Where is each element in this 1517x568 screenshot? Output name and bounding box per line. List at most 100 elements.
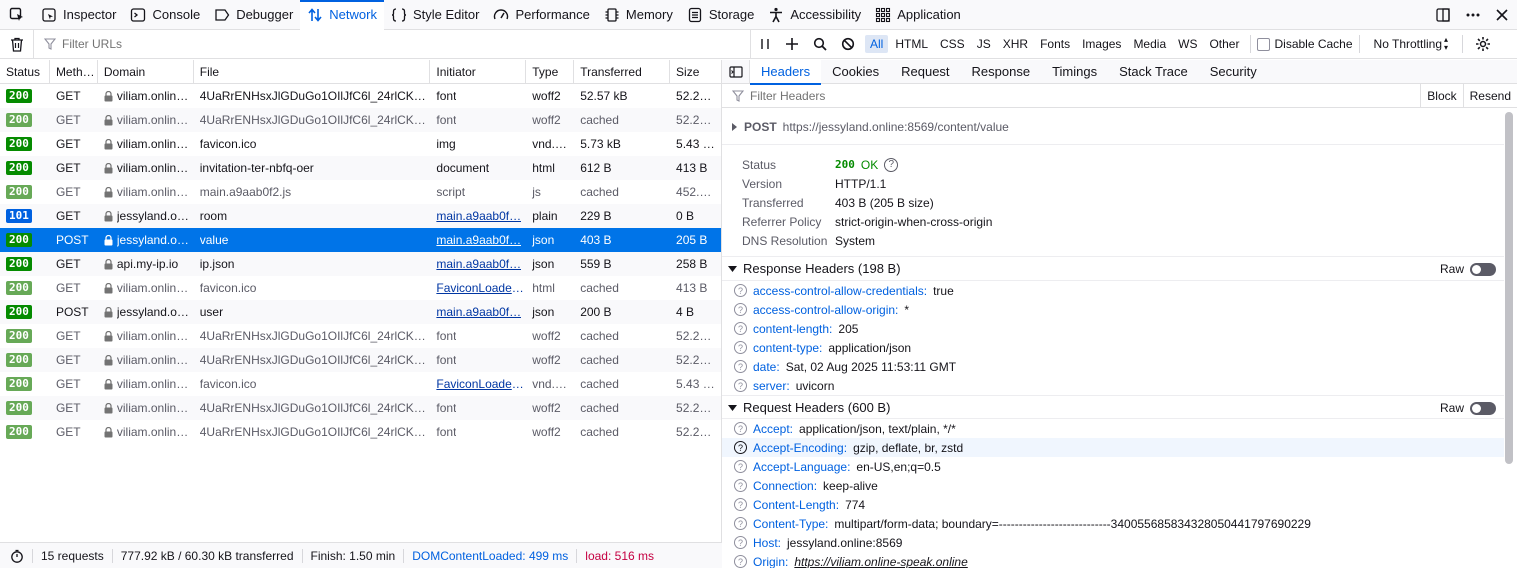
table-row[interactable]: 200 POST jessyland.o… user main.a9aab0f… json… — [0, 300, 721, 324]
type-filter-fonts[interactable]: Fonts — [1035, 35, 1075, 53]
header-row[interactable]: ? Content-Length: 774 — [722, 495, 1504, 514]
header-row[interactable]: ? access-control-allow-credentials: true — [722, 281, 1504, 300]
tab-storage[interactable]: Storage — [680, 0, 762, 30]
details-tab-timings[interactable]: Timings — [1041, 60, 1108, 84]
type-filter-css[interactable]: CSS — [935, 35, 970, 53]
header-row[interactable]: ? Connection: keep-alive — [722, 476, 1504, 495]
tab-console[interactable]: Console — [123, 0, 207, 30]
initiator-link[interactable]: main.a9aab0f… — [436, 233, 521, 247]
table-row[interactable]: 200 GET viliam.onlin… 4UaRrENHsxJlGDuGo1OIl… — [0, 84, 721, 108]
initiator-cell[interactable]: main.a9aab0f… — [430, 252, 526, 276]
header-row[interactable]: ? Accept-Language: en-US,en;q=0.5 — [722, 457, 1504, 476]
help-icon[interactable]: ? — [734, 441, 747, 454]
checkbox-box[interactable] — [1257, 37, 1271, 51]
table-row[interactable]: 200 POST jessyland.o… value main.a9aab0f… jso… — [0, 228, 721, 252]
type-filter-ws[interactable]: WS — [1173, 35, 1202, 53]
header-row[interactable]: ? Host: jessyland.online:8569 — [722, 533, 1504, 552]
initiator-link[interactable]: main.a9aab0f… — [436, 257, 521, 271]
raw-request-toggle[interactable] — [1470, 401, 1496, 415]
help-icon[interactable]: ? — [734, 517, 747, 530]
initiator-link[interactable]: main.a9aab0f… — [436, 209, 521, 223]
initiator-cell[interactable]: FaviconLoader… — [430, 372, 526, 396]
request-url-line[interactable]: POST https://jessyland.online:8569/conte… — [722, 109, 1504, 145]
block-icon[interactable] — [841, 37, 855, 51]
details-tab-cookies[interactable]: Cookies — [821, 60, 890, 84]
details-tab-headers[interactable]: Headers — [750, 60, 822, 85]
table-row[interactable]: 200 GET viliam.onlin… main.a9aab0f2.js scrip… — [0, 180, 721, 204]
type-filter-other[interactable]: Other — [1204, 35, 1244, 53]
table-row[interactable]: 200 GET viliam.onlin… favicon.ico FaviconLoa… — [0, 276, 721, 300]
resend-button[interactable]: Resend — [1462, 84, 1517, 108]
initiator-cell[interactable]: main.a9aab0f… — [430, 204, 526, 228]
tab-debugger[interactable]: Debugger — [207, 0, 300, 30]
table-row[interactable]: 200 GET viliam.onlin… 4UaRrENHsxJlGDuGo1OIl… — [0, 108, 721, 132]
disable-cache-checkbox[interactable]: Disable Cache — [1257, 37, 1353, 51]
initiator-cell[interactable]: main.a9aab0f… — [430, 300, 526, 324]
header-row[interactable]: ? Origin: https://viliam.online-speak.onli… — [722, 552, 1504, 568]
header-row[interactable]: ? Content-Type: multipart/form-data; bound… — [722, 514, 1504, 533]
request-headers-section[interactable]: Request Headers (600 B) Raw — [722, 395, 1504, 419]
initiator-cell[interactable]: FaviconLoader… — [430, 276, 526, 300]
add-icon[interactable] — [785, 37, 799, 51]
help-icon[interactable]: ? — [734, 303, 747, 316]
header-row[interactable]: ? Accept: application/json, text/plain, */… — [722, 419, 1504, 438]
help-icon[interactable]: ? — [884, 157, 899, 172]
type-filter-xhr[interactable]: XHR — [998, 35, 1033, 53]
performance-analysis-button[interactable] — [0, 548, 33, 563]
help-icon[interactable]: ? — [734, 460, 747, 473]
col-transferred[interactable]: Transferred — [574, 60, 671, 84]
help-icon[interactable]: ? — [734, 322, 747, 335]
tab-inspector[interactable]: Inspector — [34, 0, 123, 30]
search-icon[interactable] — [813, 37, 827, 51]
header-row[interactable]: ? content-length: 205 — [722, 319, 1504, 338]
header-row[interactable]: ? content-type: application/json — [722, 338, 1504, 357]
initiator-link[interactable]: main.a9aab0f… — [436, 305, 521, 319]
table-row[interactable]: 200 GET viliam.onlin… 4UaRrENHsxJlGDuGo1OIl… — [0, 420, 721, 444]
header-row[interactable]: ? server: uvicorn — [722, 376, 1504, 395]
help-icon[interactable]: ? — [734, 284, 747, 297]
details-tab-stack-trace[interactable]: Stack Trace — [1108, 60, 1199, 84]
type-filter-js[interactable]: JS — [972, 35, 996, 53]
tab-style-editor[interactable]: Style Editor — [384, 0, 486, 30]
clear-requests-button[interactable] — [0, 29, 34, 59]
table-row[interactable]: 200 GET viliam.onlin… 4UaRrENHsxJlGDuGo1OIl… — [0, 348, 721, 372]
help-icon[interactable]: ? — [734, 555, 747, 568]
type-filter-media[interactable]: Media — [1128, 35, 1171, 53]
header-row[interactable]: ? Accept-Encoding: gzip, deflate, br, zstd — [722, 438, 1504, 457]
type-filter-all[interactable]: All — [865, 35, 889, 53]
element-picker-button[interactable] — [0, 0, 34, 30]
toggle-sidebar-button[interactable] — [722, 60, 750, 84]
table-row[interactable]: 101 GET jessyland.o… room main.a9aab0f… plain… — [0, 204, 721, 228]
details-scrollbar[interactable] — [1505, 112, 1513, 464]
type-filter-images[interactable]: Images — [1077, 35, 1126, 53]
block-button[interactable]: Block — [1420, 84, 1462, 108]
initiator-cell[interactable]: main.a9aab0f… — [430, 228, 526, 252]
col-file[interactable]: File — [194, 60, 431, 84]
filter-urls-input[interactable]: Filter URLs — [34, 37, 750, 51]
header-row[interactable]: ? access-control-allow-origin: * — [722, 300, 1504, 319]
dock-icon[interactable] — [1435, 7, 1451, 23]
table-row[interactable]: 200 GET api.my-ip.io ip.json main.a9aab0f… js… — [0, 252, 721, 276]
throttling-select[interactable]: No Throttling ▴ ▾ — [1366, 36, 1457, 52]
tab-memory[interactable]: Memory — [597, 0, 680, 30]
help-icon[interactable]: ? — [734, 422, 747, 435]
filter-headers-input[interactable]: Filter Headers Block Resend — [722, 84, 1517, 108]
details-tab-request[interactable]: Request — [890, 60, 960, 84]
gear-icon[interactable] — [1475, 36, 1491, 52]
tab-application[interactable]: Application — [868, 0, 968, 30]
table-row[interactable]: 200 GET viliam.onlin… 4UaRrENHsxJlGDuGo1OIl… — [0, 396, 721, 420]
col-domain[interactable]: Domain — [98, 60, 194, 84]
details-tab-security[interactable]: Security — [1199, 60, 1268, 84]
raw-response-toggle[interactable] — [1470, 262, 1496, 276]
more-options-icon[interactable] — [1465, 7, 1481, 23]
table-row[interactable]: 200 GET viliam.onlin… 4UaRrENHsxJlGDuGo1OIl… — [0, 324, 721, 348]
type-filter-html[interactable]: HTML — [890, 35, 933, 53]
help-icon[interactable]: ? — [734, 479, 747, 492]
tab-network[interactable]: Network — [300, 0, 384, 30]
help-icon[interactable]: ? — [734, 360, 747, 373]
help-icon[interactable]: ? — [734, 536, 747, 549]
col-initiator[interactable]: Initiator — [430, 60, 527, 84]
tab-accessibility[interactable]: Accessibility — [761, 0, 868, 30]
help-icon[interactable]: ? — [734, 341, 747, 354]
help-icon[interactable]: ? — [734, 379, 747, 392]
